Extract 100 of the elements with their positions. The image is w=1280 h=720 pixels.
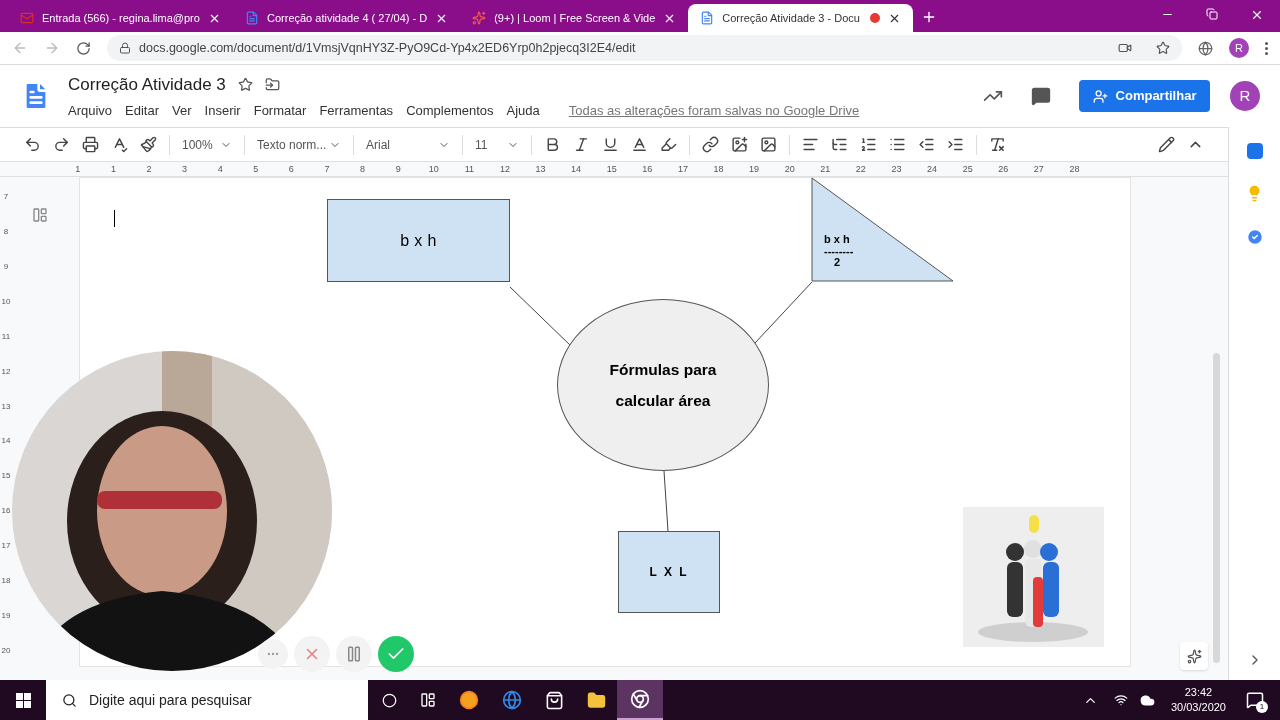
font-size-dropdown[interactable]: 11 (471, 135, 523, 154)
tab-title: (9+) | Loom | Free Screen & Vide (494, 10, 656, 26)
user-avatar[interactable]: R (1230, 81, 1260, 111)
explore-button[interactable] (1180, 642, 1208, 670)
menu-item[interactable]: Editar (125, 101, 160, 121)
address-bar[interactable]: docs.google.com/document/d/1VmsjVqnHY3Z-PyO9Cd-Yp4x2ED6Yrp0h2pjecq3I2E4/edit (107, 35, 1182, 61)
ruler-number: 12 (498, 163, 511, 176)
ruler-number: 20 (1, 645, 11, 657)
shape-label: L X L (649, 564, 689, 581)
formula-numerator: b x h (824, 232, 851, 247)
undo-icon (24, 136, 41, 153)
ruler-number: 17 (676, 163, 689, 176)
ruler-number: 17 (1, 540, 11, 553)
reload-icon[interactable] (76, 40, 91, 56)
mail-icon (20, 11, 34, 25)
ruler-number: 23 (890, 163, 903, 176)
menu-item[interactable]: Ajuda (506, 101, 540, 121)
ruler-number: 16 (641, 163, 654, 176)
search-placeholder: Digite aqui para pesquisar (89, 690, 252, 710)
tab-title: Correção Atividade 3 - Docu (722, 10, 861, 26)
ruler-number: 19 (1, 610, 11, 623)
ruler-number: 27 (1032, 163, 1045, 176)
link-icon (702, 136, 719, 153)
task-view-icon[interactable] (420, 692, 436, 708)
ruler-number: 8 (3, 225, 9, 238)
ruler-number: 10 (1, 295, 11, 308)
ruler-number: 11 (463, 163, 475, 176)
ruler-number: 11 (1, 330, 11, 343)
tasks-icon[interactable] (1245, 228, 1264, 246)
menu-item[interactable]: Formatar (253, 101, 307, 121)
menu-item[interactable]: Ver (172, 101, 192, 121)
shape-label: Fórmulas para (609, 359, 717, 380)
indent-increase-icon (947, 136, 964, 153)
browser-tab[interactable]: (9+) | Loom | Free Screen & Vide (460, 4, 689, 32)
document-title[interactable]: Correção Atividade 3 (68, 71, 226, 97)
formula-denominator: 2 (833, 255, 842, 270)
wifi-icon[interactable] (1113, 693, 1128, 707)
close-icon[interactable] (1250, 8, 1264, 22)
menu-icon[interactable] (1265, 41, 1268, 55)
app-icon[interactable] (459, 690, 479, 710)
editing-mode-icon (1158, 136, 1175, 153)
ruler-number: 26 (997, 163, 1010, 176)
document-icon (245, 11, 259, 25)
ruler-number: 6 (287, 163, 295, 176)
italic-icon (573, 136, 590, 153)
cloud-icon[interactable] (1139, 692, 1155, 708)
menu-item[interactable]: Inserir (204, 101, 241, 121)
ruler-number: 5 (252, 163, 260, 176)
chrome-taskbar-button[interactable] (617, 680, 663, 720)
menu-item[interactable]: Arquivo (68, 101, 113, 121)
bulleted-list-icon (889, 136, 906, 153)
ruler-number: 1 (109, 163, 117, 176)
clock-date[interactable]: 30/03/2020 (1170, 700, 1226, 715)
cortana-icon[interactable] (382, 692, 397, 708)
ruler-number: 15 (605, 163, 618, 176)
paint-format-icon (140, 136, 157, 153)
ruler-number: 25 (961, 163, 974, 176)
clear-formatting-icon (989, 136, 1006, 153)
image-icon (760, 136, 777, 153)
underline-icon (602, 136, 619, 153)
ruler-number: 10 (427, 163, 440, 176)
ruler-number: 9 (3, 260, 9, 273)
ruler-number: 15 (1, 470, 11, 483)
style-dropdown[interactable]: Texto norm... (253, 135, 345, 154)
browser-icon (630, 689, 650, 709)
clock-time[interactable]: 23:42 (1184, 685, 1213, 700)
document-icon (700, 11, 715, 25)
ruler-number: 18 (712, 163, 725, 176)
ruler-number: 22 (854, 163, 867, 176)
ruler-number: 2 (145, 163, 153, 176)
ruler-number: 14 (1, 435, 11, 448)
ruler-number: 16 (1, 505, 11, 518)
restore-icon[interactable] (1206, 8, 1218, 20)
menu-item[interactable]: Ferramentas (319, 101, 394, 121)
browser-tab[interactable]: Entrada (566) - regina.lima@pro (8, 4, 233, 32)
profile-avatar[interactable]: R (1229, 38, 1249, 58)
store-icon[interactable] (545, 690, 564, 710)
folder-icon[interactable] (587, 690, 606, 710)
star-icon[interactable] (237, 76, 253, 92)
comment-icon[interactable] (1031, 86, 1051, 106)
save-status-link[interactable]: Todas as alterações foram salvas no Google Drive (568, 101, 860, 121)
browser-tab[interactable]: Correção Atividade 3 - Docu (688, 4, 914, 32)
ruler-number: 8 (359, 163, 367, 176)
text-cursor (114, 210, 115, 227)
notifications-icon[interactable] (1246, 691, 1264, 709)
share-button[interactable]: Compartilhar (1079, 80, 1210, 112)
star-icon[interactable] (1156, 41, 1170, 55)
menu-item[interactable]: Complementos (406, 101, 494, 121)
zoom-dropdown[interactable]: 100% (178, 135, 236, 154)
scrollbar[interactable] (1213, 353, 1220, 663)
font-dropdown[interactable]: Arial (362, 135, 454, 154)
shape-label: calcular área (615, 391, 711, 411)
tab-title: Entrada (566) - regina.lima@pro (42, 10, 200, 26)
browser-tab[interactable]: Correção atividade 4 ( 27/04) - D (233, 4, 461, 32)
taskbar-search-field[interactable]: Digite aqui para pesquisar (46, 680, 368, 720)
redo-icon (53, 136, 70, 153)
ruler-number: 12 (1, 365, 11, 378)
pause-icon (345, 645, 363, 663)
outline-icon[interactable] (32, 207, 48, 223)
move-folder-icon[interactable] (264, 76, 280, 92)
